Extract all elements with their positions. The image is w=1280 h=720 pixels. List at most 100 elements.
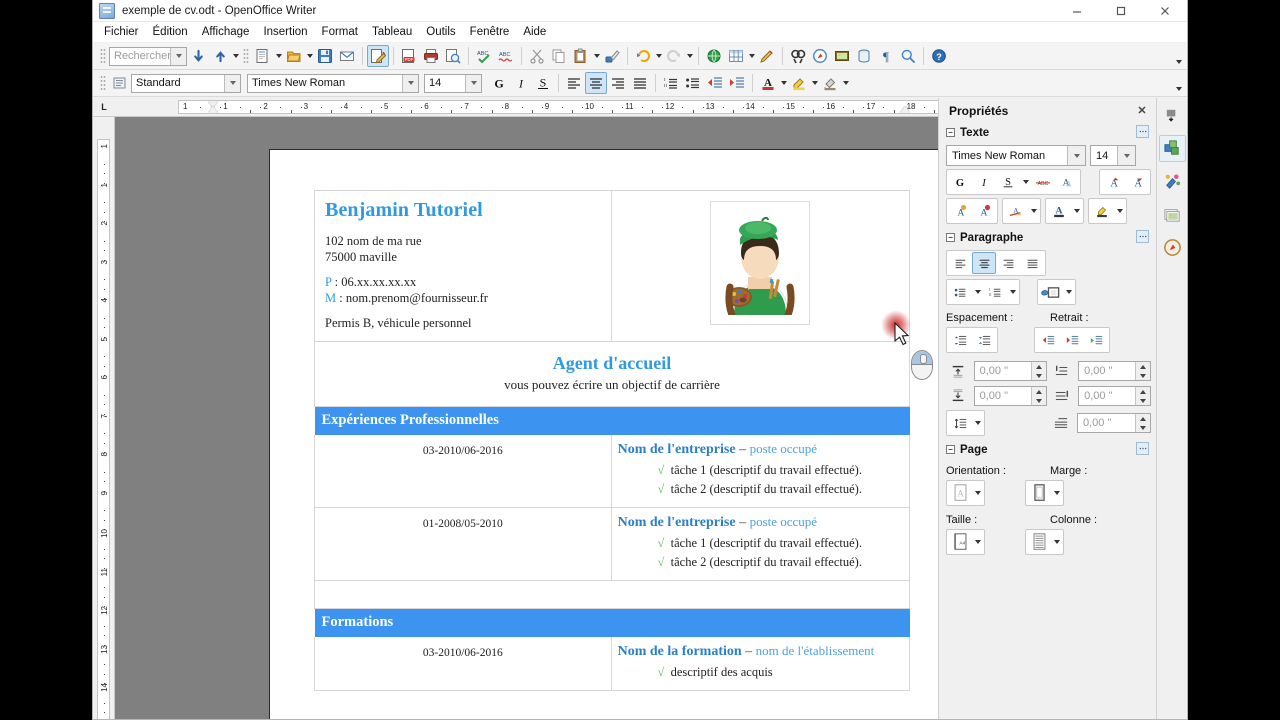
align-right-button[interactable] xyxy=(607,72,629,94)
cv-photo-frame[interactable] xyxy=(710,201,811,325)
font-color-button[interactable]: A xyxy=(757,72,779,94)
font-size-dropdown-icon[interactable] xyxy=(465,74,481,92)
search-dropdown-icon[interactable] xyxy=(170,47,186,65)
insert-table-icon[interactable] xyxy=(725,45,747,67)
sidebar-tab-gallery[interactable] xyxy=(1159,201,1186,228)
zoom-icon[interactable] xyxy=(897,45,919,67)
section-heading-formations[interactable]: Formations xyxy=(314,608,910,637)
sidebar-ordered-list-caret[interactable] xyxy=(1007,281,1018,303)
table-row[interactable]: 03-2010/06-2016 Nom de l'entreprise – po… xyxy=(314,435,911,508)
menu-insertion[interactable]: Insertion xyxy=(256,24,314,40)
spellcheck-icon[interactable]: ABC xyxy=(473,45,495,67)
export-pdf-icon[interactable]: PDF xyxy=(398,45,420,67)
open-document-caret[interactable] xyxy=(305,45,314,67)
align-center-button[interactable] xyxy=(585,72,607,94)
sidebar-align-center-button[interactable] xyxy=(972,252,996,274)
spacing-above-input[interactable]: 0,00 " xyxy=(973,361,1047,381)
edit-mode-icon[interactable] xyxy=(367,45,389,67)
page-size-caret[interactable] xyxy=(972,531,983,553)
navigator-icon[interactable] xyxy=(809,45,831,67)
section-heading-experiences[interactable]: Expériences Professionnelles xyxy=(314,406,910,435)
cv-photo-cell[interactable] xyxy=(610,190,911,342)
underline-button[interactable]: S xyxy=(532,72,554,94)
find-next-icon[interactable] xyxy=(187,45,209,67)
bold-button[interactable]: G xyxy=(488,72,510,94)
gallery-icon[interactable] xyxy=(831,45,853,67)
paragraph-style-apply-icon[interactable] xyxy=(109,72,131,94)
copy-icon[interactable] xyxy=(548,45,570,67)
page-orientation-caret[interactable] xyxy=(972,482,983,504)
spacing-above-stepper[interactable] xyxy=(1030,362,1046,380)
sidebar-font-color-button[interactable]: A xyxy=(1047,200,1071,222)
clear-formatting-caret[interactable] xyxy=(1028,200,1039,222)
sidebar-font-color-caret[interactable] xyxy=(1071,200,1082,222)
sidebar-font-size-combo[interactable]: 14 xyxy=(1090,145,1136,166)
menu-aide[interactable]: Aide xyxy=(516,24,553,40)
menu-edition[interactable]: Édition xyxy=(146,24,195,40)
sidebar-close-icon[interactable]: ✕ xyxy=(1135,103,1149,117)
superscript-button[interactable]: A xyxy=(948,200,972,222)
data-sources-icon[interactable] xyxy=(853,45,875,67)
sidebar-tab-properties[interactable] xyxy=(1158,135,1186,162)
increase-indent-button[interactable] xyxy=(726,72,748,94)
sidebar-strikethrough-button[interactable]: ABC xyxy=(1031,171,1055,193)
sidebar-increase-indent-button[interactable] xyxy=(1036,329,1060,351)
font-name-dropdown-icon[interactable] xyxy=(402,74,418,92)
background-color-caret[interactable] xyxy=(841,72,850,94)
first-line-indent-input[interactable]: 0,00 " xyxy=(1077,413,1151,433)
page-column-caret[interactable] xyxy=(1051,531,1062,553)
font-name-combo[interactable]: Times New Roman xyxy=(247,73,419,93)
sidebar-bold-button[interactable]: G xyxy=(948,171,972,193)
cv-objective-cell[interactable]: Agent d'accueil vous pouvez écrire un ob… xyxy=(314,341,910,407)
sidebar-shadow-button[interactable]: AA xyxy=(1055,171,1079,193)
sidebar-unordered-list-button[interactable] xyxy=(948,281,972,303)
email-document-icon[interactable] xyxy=(336,45,358,67)
sidebar-align-justify-button[interactable] xyxy=(1020,252,1044,274)
page-column-button[interactable] xyxy=(1027,531,1051,553)
highlighting-button[interactable] xyxy=(788,72,810,94)
paragraph-background-caret[interactable] xyxy=(1063,281,1074,303)
sidebar-highlight-button[interactable] xyxy=(1090,200,1114,222)
tab-stop-selector[interactable]: L xyxy=(93,97,115,117)
collapse-icon[interactable]: − xyxy=(946,445,955,454)
vertical-ruler[interactable]: 112345678910111213141516 xyxy=(93,117,115,719)
sidebar-underline-caret[interactable] xyxy=(1020,171,1031,193)
left-indent-marker[interactable] xyxy=(208,106,218,113)
increase-spacing-button[interactable] xyxy=(948,329,972,351)
increase-font-size-button[interactable]: A xyxy=(1101,171,1125,193)
insert-hyperlink-icon[interactable] xyxy=(703,45,725,67)
find-replace-icon[interactable] xyxy=(787,45,809,67)
ordered-list-button[interactable]: I II xyxy=(660,72,682,94)
page-margin-button[interactable] xyxy=(1027,482,1051,504)
new-document-caret[interactable] xyxy=(274,45,283,67)
formatting-toolbar-overflow[interactable] xyxy=(1173,72,1185,94)
line-spacing-button[interactable] xyxy=(948,412,972,434)
subscript-button[interactable]: A xyxy=(972,200,996,222)
table-row[interactable]: 03-2010/06-2016 Nom de la formation – no… xyxy=(314,637,911,691)
document-page[interactable]: Benjamin Tutoriel 102 nom de ma rue 7500… xyxy=(269,149,954,719)
menu-fenetre[interactable]: Fenêtre xyxy=(463,24,517,40)
indent-after-stepper[interactable] xyxy=(1135,387,1150,405)
paste-caret[interactable] xyxy=(592,45,601,67)
right-indent-marker[interactable] xyxy=(900,106,910,113)
first-line-indent-stepper[interactable] xyxy=(1135,414,1150,432)
print-preview-icon[interactable] xyxy=(442,45,464,67)
paragraph-style-combo[interactable]: Standard xyxy=(131,73,241,93)
paragraph-panel-header[interactable]: − Paragraphe ⋯ xyxy=(944,228,1151,247)
autospellcheck-icon[interactable]: ABC xyxy=(495,45,517,67)
page-panel-more-options-icon[interactable]: ⋯ xyxy=(1136,442,1149,455)
decrease-font-size-button[interactable]: A xyxy=(1125,171,1149,193)
sidebar-decrease-indent-button[interactable] xyxy=(1060,329,1084,351)
undo-caret[interactable] xyxy=(654,45,663,67)
decrease-spacing-button[interactable] xyxy=(972,329,996,351)
text-panel-more-options-icon[interactable]: ⋯ xyxy=(1136,125,1149,138)
minimize-button[interactable] xyxy=(1055,0,1099,22)
indent-after-input[interactable]: 0,00 " xyxy=(1078,386,1151,406)
menu-tableau[interactable]: Tableau xyxy=(365,24,419,40)
entry-body[interactable]: Nom de l'entreprise – poste occupé tâche… xyxy=(610,507,911,581)
sidebar-settings-icon[interactable] xyxy=(1159,102,1186,129)
sidebar-font-name-combo[interactable]: Times New Roman xyxy=(946,145,1086,166)
clone-formatting-icon[interactable] xyxy=(601,45,623,67)
menu-fichier[interactable]: Fichier xyxy=(97,24,146,40)
open-document-icon[interactable] xyxy=(283,45,305,67)
